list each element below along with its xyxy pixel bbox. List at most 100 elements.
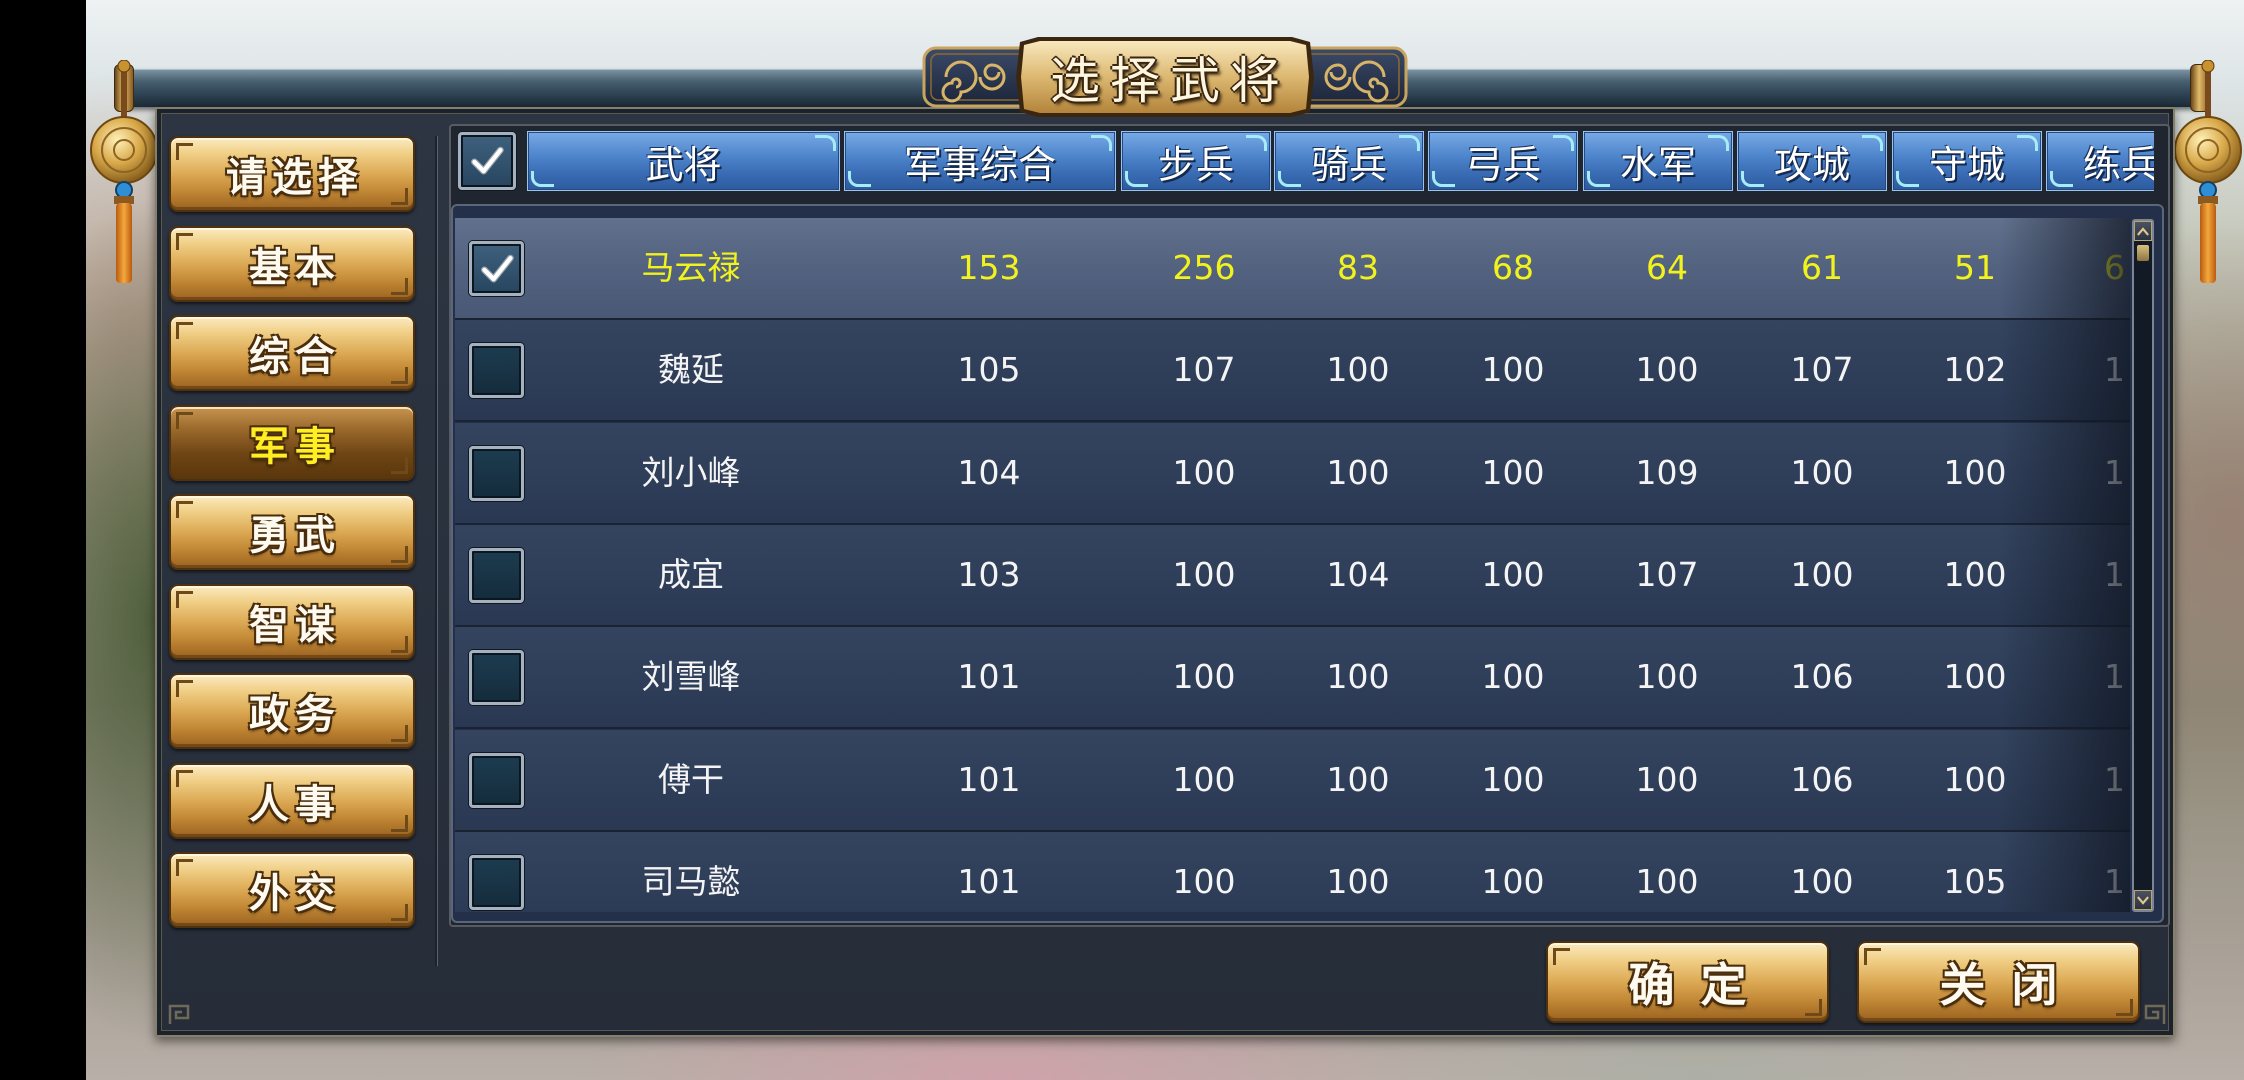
- chevron-down-icon: [2137, 895, 2149, 905]
- cell-military-total: 101: [957, 759, 1021, 799]
- general-name: 刘小峰: [641, 452, 741, 492]
- sidebar-divider: [435, 136, 438, 966]
- close-button[interactable]: 关闭: [1857, 941, 2140, 1023]
- column-header-label: 水军: [1619, 142, 1696, 187]
- dialog-title-plate: 选择武将: [920, 36, 1410, 118]
- column-header-siege[interactable]: 攻城: [1737, 131, 1887, 191]
- sidebar-item-label: 基本: [249, 244, 341, 291]
- row-checkbox[interactable]: [469, 241, 524, 296]
- sidebar-item-label: 勇武: [249, 513, 341, 559]
- sidebar-item-label: 外交: [249, 871, 341, 917]
- sidebar-item-basic[interactable]: 基本: [169, 225, 415, 302]
- column-header-training[interactable]: 练兵: [2046, 131, 2154, 191]
- row-checkbox[interactable]: [469, 547, 524, 603]
- general-name: 刘雪峰: [641, 657, 741, 697]
- general-name: 傅干: [658, 759, 724, 799]
- cell-defense: 100: [1943, 452, 2007, 492]
- general-name: 魏延: [658, 350, 724, 390]
- sidebar-item-military[interactable]: 军事: [169, 404, 415, 481]
- sidebar-item-label: 人事: [249, 781, 341, 828]
- column-header-archer[interactable]: 弓兵: [1428, 131, 1578, 191]
- cell-training: 1: [2104, 759, 2125, 799]
- screen-letterbox: [0, 0, 86, 1080]
- row-checkbox[interactable]: [469, 752, 524, 808]
- row-checkbox[interactable]: [469, 854, 524, 910]
- sidebar-item-personnel[interactable]: 人事: [169, 762, 415, 839]
- scroll-up-button[interactable]: [2134, 221, 2152, 241]
- column-header-cavalry[interactable]: 骑兵: [1274, 131, 1424, 191]
- scrollbar[interactable]: [2132, 219, 2154, 912]
- sidebar-item-label: 请选择: [226, 155, 364, 201]
- column-header-label: 守城: [1928, 142, 2005, 187]
- cell-military-total: 104: [957, 452, 1021, 492]
- cell-training: 1: [2104, 861, 2125, 901]
- table-row[interactable]: 刘雪峰 101 100 100 100 100 106 100 1: [455, 627, 2130, 730]
- cell-training: 1: [2104, 452, 2125, 492]
- chevron-up-icon: [2137, 226, 2149, 236]
- cell-military-total: 103: [957, 554, 1021, 594]
- cell-military-total: 101: [957, 861, 1021, 901]
- corner-ornament-icon: [168, 1004, 190, 1024]
- table-body[interactable]: 马云禄 153 256 83 68 64 61 51 6 魏延 105 107 100 100 100 107…: [455, 218, 2130, 912]
- sidebar-item-select[interactable]: 请选择: [169, 136, 415, 212]
- column-header-infantry[interactable]: 步兵: [1121, 131, 1271, 191]
- column-header-general[interactable]: 武将: [527, 131, 840, 191]
- sidebar-item-politics[interactable]: 政务: [169, 673, 415, 749]
- sidebar-item-valor[interactable]: 勇武: [169, 494, 415, 570]
- sidebar-item-diplomacy[interactable]: 外交: [169, 852, 415, 928]
- scroll-down-button[interactable]: [2134, 890, 2152, 910]
- cell-defense: 105: [1943, 861, 2007, 901]
- table-row[interactable]: 刘小峰 104 100 100 100 109 100 100 1: [455, 422, 2130, 525]
- row-checkbox[interactable]: [469, 343, 524, 399]
- medallion-tassel-icon: [90, 60, 158, 283]
- general-name: 司马懿: [641, 861, 741, 901]
- sidebar-item-overall[interactable]: 综合: [169, 315, 415, 391]
- general-name: 成宜: [658, 554, 724, 594]
- category-sidebar: 请选择基本综合军事勇武智谋政务人事外交: [169, 136, 415, 936]
- cell-training: 1: [2104, 657, 2125, 697]
- cell-training: 1: [2104, 350, 2125, 390]
- column-header-label: 攻城: [1773, 142, 1850, 187]
- column-header-label: 练兵: [2082, 142, 2154, 187]
- cell-military-total: 105: [957, 350, 1021, 390]
- column-header-label: 弓兵: [1464, 142, 1541, 187]
- table-row[interactable]: 司马懿 101 100 100 100 100 100 105 1: [455, 831, 2130, 912]
- table-row[interactable]: 成宜 103 100 104 100 107 100 100 1: [455, 524, 2130, 627]
- checkmark-icon: [471, 146, 504, 175]
- sidebar-item-intellect[interactable]: 智谋: [169, 583, 415, 660]
- checkmark-icon: [480, 254, 514, 282]
- row-checkbox[interactable]: [469, 445, 524, 501]
- cell-defense: 100: [1943, 657, 2007, 697]
- medallion-tassel-icon: [2174, 60, 2242, 283]
- cell-defense: 102: [1943, 350, 2007, 390]
- scrollbar-thumb[interactable]: [2137, 245, 2149, 261]
- sidebar-item-label: 政务: [249, 692, 341, 738]
- dialog-title: 选择武将: [1050, 52, 1290, 110]
- close-button-label: 关闭: [1939, 958, 2084, 1012]
- column-header-navy[interactable]: 水军: [1583, 131, 1733, 191]
- sidebar-item-label: 智谋: [249, 602, 341, 649]
- column-header-defense[interactable]: 守城: [1892, 131, 2042, 191]
- column-header-military-total[interactable]: 军事综合: [844, 131, 1116, 191]
- confirm-button[interactable]: 确定: [1546, 941, 1829, 1023]
- cell-defense: 100: [1943, 554, 2007, 594]
- confirm-button-label: 确定: [1628, 958, 1773, 1012]
- general-name: 马云禄: [641, 248, 741, 287]
- corner-ornament-icon: [2144, 1004, 2166, 1024]
- column-header-label: 军事综合: [903, 142, 1056, 187]
- table-row[interactable]: 魏延 105 107 100 100 100 107 102 1: [455, 320, 2130, 423]
- cell-training: 1: [2104, 554, 2125, 594]
- table-header-row: 武将 军事综合 步兵 骑兵 弓兵 水军 攻城 守城 练兵: [458, 129, 2154, 193]
- sidebar-item-label: 综合: [249, 334, 341, 380]
- column-header-label: 骑兵: [1310, 142, 1387, 187]
- sidebar-item-label: 军事: [249, 423, 341, 470]
- cell-military-total: 101: [957, 657, 1021, 697]
- cell-defense: 100: [1943, 759, 2007, 799]
- column-header-label: 武将: [645, 142, 722, 187]
- column-header-label: 步兵: [1157, 142, 1234, 187]
- select-all-checkbox[interactable]: [458, 132, 516, 190]
- cell-military-total: 153: [957, 248, 1021, 287]
- row-checkbox[interactable]: [469, 650, 524, 706]
- table-row[interactable]: 傅干 101 100 100 100 100 106 100 1: [455, 729, 2130, 832]
- table-row[interactable]: 马云禄 153 256 83 68 64 61 51 6: [455, 218, 2130, 320]
